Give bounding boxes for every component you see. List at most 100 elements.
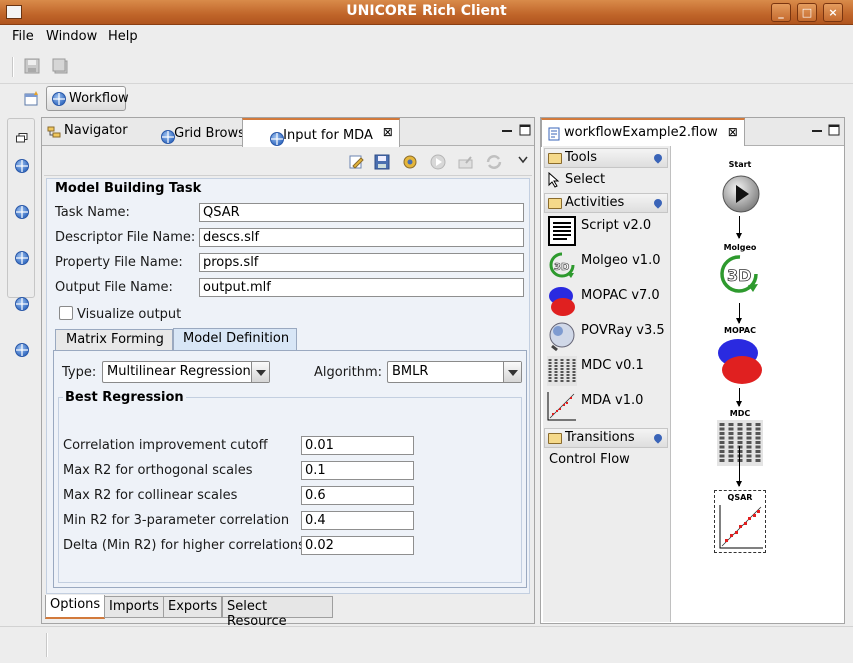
input-globe-icon — [270, 132, 284, 146]
view-toolbar — [44, 148, 532, 176]
open-perspective-icon[interactable] — [24, 91, 40, 107]
descriptor-file-input[interactable]: descs.slf — [199, 228, 524, 247]
tab-imports[interactable]: Imports — [104, 596, 164, 618]
flow-connector — [736, 303, 742, 324]
navigator-icon — [47, 126, 61, 138]
pin-icon[interactable] — [652, 197, 664, 209]
tab-exports[interactable]: Exports — [163, 596, 223, 618]
flow-tab-strip: workflowExample2.flow ⊠ — [541, 118, 844, 147]
export-icon[interactable] — [458, 154, 474, 170]
view-menu-icon[interactable] — [518, 156, 528, 164]
maximize-view-icon[interactable] — [519, 124, 531, 136]
tab-model-definition-label: Model Definition — [183, 331, 290, 346]
node-mopac-label: MOPAC — [724, 326, 756, 335]
view-icon-4[interactable] — [15, 297, 29, 311]
maximize-button[interactable]: □ — [797, 3, 817, 22]
toolbar-grip — [12, 57, 14, 77]
param-delta-input[interactable]: 0.02 — [301, 536, 414, 555]
model-building-title: Model Building Task — [55, 181, 202, 196]
param-collinear-input[interactable]: 0.6 — [301, 486, 414, 505]
palette-mopac[interactable]: MOPAC v7.0 — [581, 288, 660, 303]
title-bar: UNICORE Rich Client _ □ × — [0, 0, 853, 25]
save-icon[interactable] — [24, 58, 40, 74]
save-all-icon[interactable] — [52, 58, 68, 74]
output-file-label: Output File Name: — [55, 280, 173, 295]
navigator-view-icon[interactable] — [15, 159, 29, 173]
tab-workflow-file[interactable]: workflowExample2.flow ⊠ — [541, 118, 745, 147]
palette-molgeo[interactable]: Molgeo v1.0 — [581, 253, 661, 268]
tab-model-definition[interactable]: Model Definition — [173, 328, 297, 351]
visualize-output-checkbox[interactable] — [59, 306, 73, 320]
save-input-icon[interactable] — [374, 154, 390, 170]
select-arrow-icon — [548, 172, 560, 188]
palette-tools-header[interactable]: Tools — [544, 148, 668, 168]
tab-workflow-file-label: workflowExample2.flow — [564, 125, 718, 140]
menu-file[interactable]: File — [12, 29, 34, 44]
param-correlation-input[interactable]: 0.01 — [301, 436, 414, 455]
tab-navigator[interactable]: Navigator — [42, 118, 134, 146]
chevron-down-icon — [251, 362, 269, 382]
param-min-r2-label: Min R2 for 3-parameter correlation — [63, 513, 290, 528]
minimize-view-icon[interactable] — [811, 126, 823, 136]
run-icon[interactable] — [430, 154, 446, 170]
close-button[interactable]: × — [823, 3, 843, 22]
algorithm-combo-value: BMLR — [392, 364, 429, 379]
mdc-node-icon[interactable] — [717, 420, 763, 466]
settings-icon[interactable] — [402, 154, 418, 170]
pin-icon[interactable] — [652, 152, 664, 164]
qsar-plot-node-icon[interactable] — [717, 503, 765, 551]
param-orthogonal-input[interactable]: 0.1 — [301, 461, 414, 480]
palette-transitions-header[interactable]: Transitions — [544, 428, 668, 448]
palette-script[interactable]: Script v2.0 — [581, 218, 651, 233]
algorithm-combo[interactable]: BMLR — [387, 361, 522, 383]
input-view-panel: Navigator Grid Browser Input for MDA ⊠ M… — [41, 117, 535, 624]
property-file-label: Property File Name: — [55, 255, 183, 270]
workflow-perspective-button[interactable]: Workflow — [46, 86, 129, 111]
view-icon-3[interactable] — [15, 251, 29, 265]
molgeo-node-icon[interactable]: 3D — [718, 254, 762, 294]
start-node-icon[interactable] — [721, 174, 761, 214]
flow-connector — [736, 446, 742, 487]
tab-select-resource[interactable]: Select Resource — [222, 596, 333, 629]
palette-activities-header[interactable]: Activities — [544, 193, 668, 213]
mda-plot-icon — [547, 392, 576, 421]
output-file-input[interactable]: output.mlf — [199, 278, 524, 297]
flow-file-icon — [548, 127, 560, 141]
menu-bar: File Window Help — [0, 25, 853, 48]
palette-select[interactable]: Select — [565, 172, 605, 187]
grid-browser-view-icon[interactable] — [15, 205, 29, 219]
tools-header-label: Tools — [565, 150, 598, 165]
property-file-input[interactable]: props.slf — [199, 253, 524, 272]
pin-icon[interactable] — [652, 432, 664, 444]
tab-input-for-mda[interactable]: Input for MDA ⊠ — [242, 118, 400, 147]
close-tab-icon[interactable]: ⊠ — [383, 125, 393, 139]
palette-mda[interactable]: MDA v1.0 — [581, 393, 643, 408]
close-tab-icon[interactable]: ⊠ — [728, 125, 738, 139]
best-regression-group: Best Regression Correlation improvement … — [58, 390, 522, 583]
minimize-view-icon[interactable] — [501, 126, 513, 136]
param-min-r2-input[interactable]: 0.4 — [301, 511, 414, 530]
refresh-icon[interactable] — [486, 154, 502, 170]
menu-window[interactable]: Window — [46, 29, 97, 44]
view-icon-5[interactable] — [15, 343, 29, 357]
menu-help[interactable]: Help — [108, 29, 138, 44]
tab-navigator-label: Navigator — [64, 123, 128, 138]
status-separator — [46, 633, 48, 657]
param-correlation-label: Correlation improvement cutoff — [63, 438, 268, 453]
edit-icon[interactable] — [348, 154, 364, 170]
restore-icon[interactable] — [16, 133, 28, 143]
palette-povray[interactable]: POVRay v3.5 — [581, 323, 665, 338]
palette-mdc[interactable]: MDC v0.1 — [581, 358, 644, 373]
type-combo[interactable]: Multilinear Regression — [102, 361, 270, 383]
model-definition-pane: Type: Multilinear Regression Algorithm: … — [53, 350, 527, 588]
activities-header-label: Activities — [565, 195, 625, 210]
tab-matrix-forming[interactable]: Matrix Forming — [55, 329, 173, 350]
task-name-input[interactable]: QSAR — [199, 203, 524, 222]
algorithm-label: Algorithm: — [314, 365, 383, 380]
tab-options[interactable]: Options — [45, 595, 106, 619]
mopac-node-icon[interactable] — [717, 337, 763, 387]
maximize-view-icon[interactable] — [828, 124, 840, 136]
param-delta-label: Delta (Min R2) for higher correlations — [63, 538, 305, 553]
minimize-button[interactable]: _ — [771, 3, 791, 22]
palette-control-flow[interactable]: Control Flow — [549, 452, 630, 467]
